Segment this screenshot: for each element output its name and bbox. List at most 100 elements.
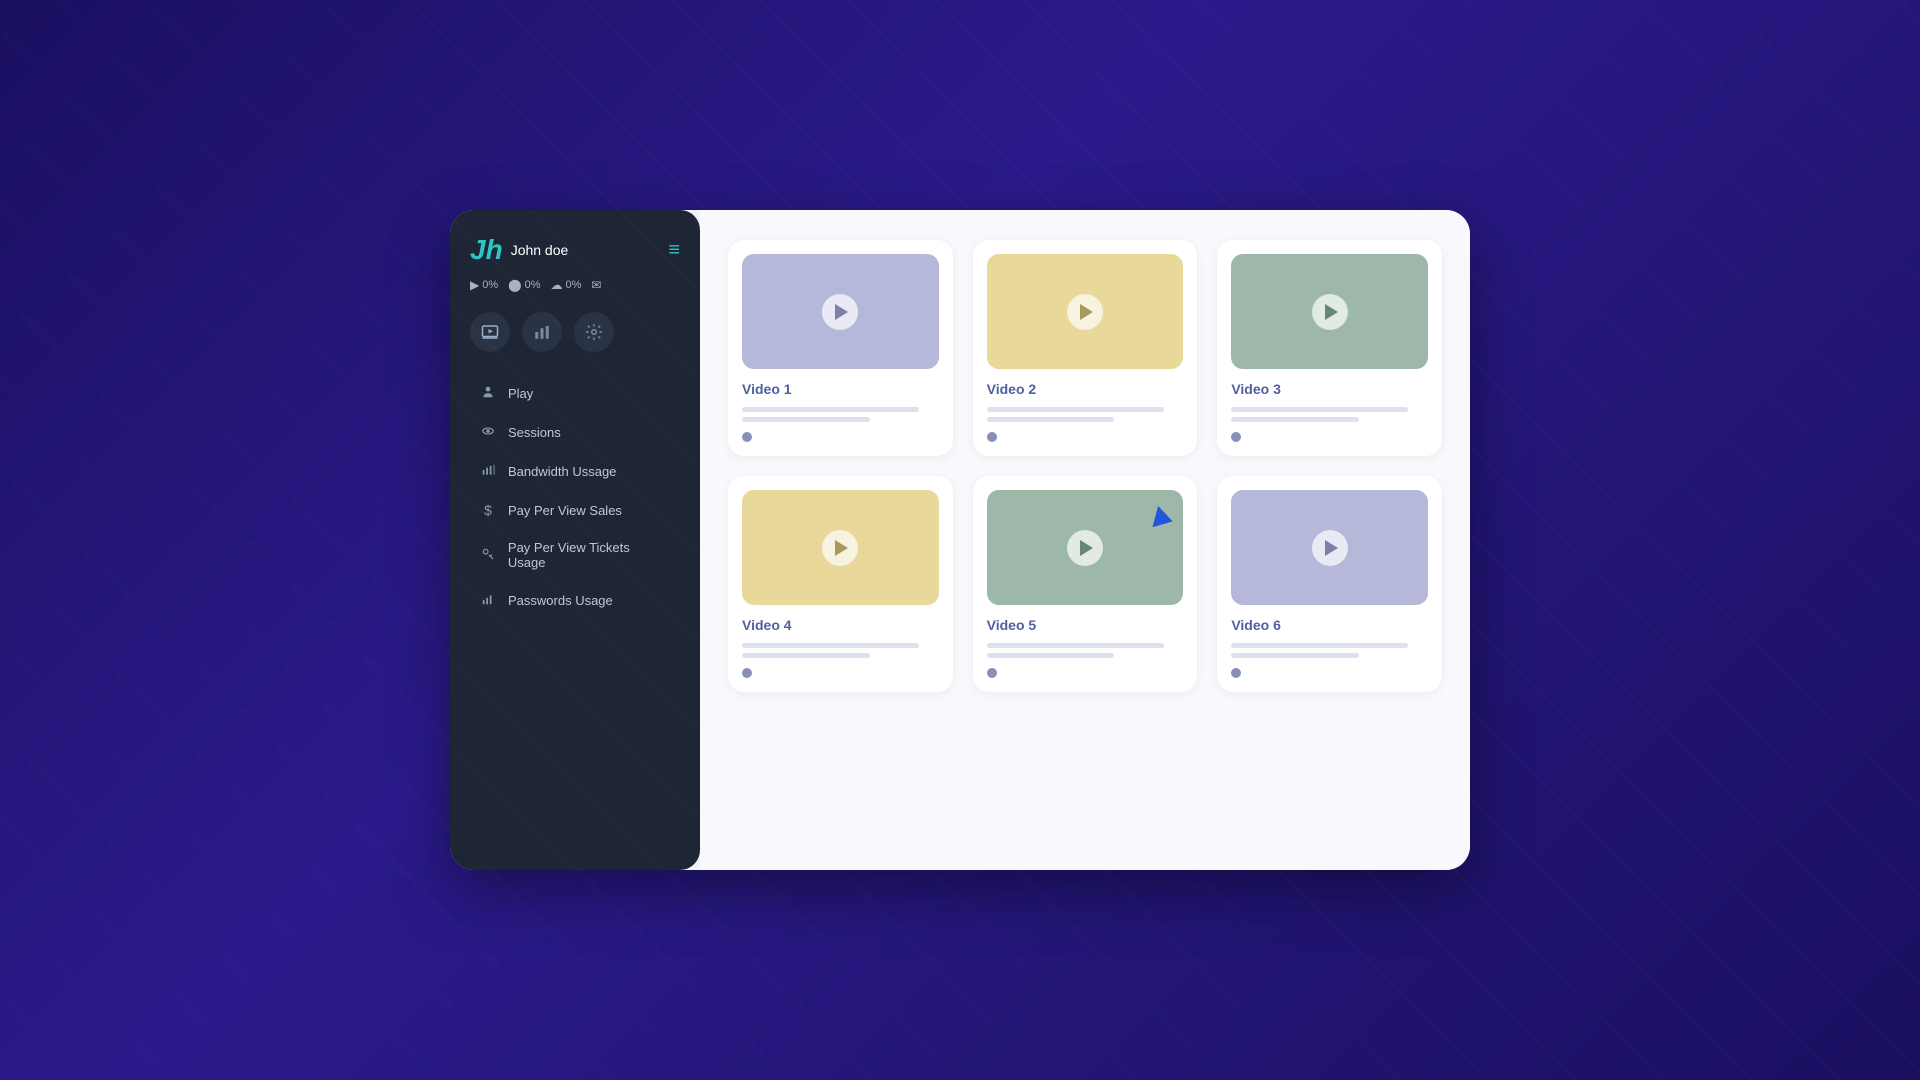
video-thumbnail-5 — [987, 490, 1184, 605]
play-button-6[interactable] — [1312, 530, 1348, 566]
video-dot-4 — [742, 668, 752, 678]
gear-icon — [585, 323, 603, 341]
video-player-icon — [481, 323, 499, 341]
video-line — [987, 643, 1164, 648]
chart-icon — [533, 323, 551, 341]
sidebar-icon-group — [470, 312, 680, 352]
video-thumbnail-4 — [742, 490, 939, 605]
video-title-6: Video 6 — [1231, 617, 1428, 633]
video-line — [1231, 653, 1359, 658]
sidebar-item-bandwidth-label: Bandwidth Ussage — [508, 464, 616, 479]
video-dot-1 — [742, 432, 752, 442]
sidebar-logo: Jh — [470, 234, 503, 266]
sidebar-item-ppv-sales[interactable]: $ Pay Per View Sales — [470, 493, 680, 527]
sidebar-item-ppv-tickets-label: Pay Per View Tickets Usage — [508, 540, 670, 570]
sidebar-item-bandwidth[interactable]: Bandwidth Ussage — [470, 454, 680, 489]
key-icon — [480, 547, 496, 564]
video-dot-6 — [1231, 668, 1241, 678]
cloud-stat: ☁ 0% — [550, 278, 581, 292]
video-line — [742, 417, 870, 422]
video-line — [1231, 643, 1408, 648]
video-title-1: Video 1 — [742, 381, 939, 397]
sidebar-item-play[interactable]: Play — [470, 376, 680, 411]
video-title-5: Video 5 — [987, 617, 1184, 633]
video-card-6: Video 6 — [1217, 476, 1442, 692]
bar-chart-icon — [480, 592, 496, 609]
sidebar-nav: Play Sessions Bandwidth Ussage $ Pay Per… — [470, 376, 680, 618]
sidebar-item-ppv-tickets[interactable]: Pay Per View Tickets Usage — [470, 531, 680, 579]
sidebar-stats: ▶ 0% ⬤ 0% ☁ 0% ✉ — [470, 278, 680, 292]
eye-icon — [480, 424, 496, 441]
hamburger-icon[interactable]: ≡ — [668, 239, 680, 262]
cursor-pointer — [1153, 506, 1176, 532]
video-dot-5 — [987, 668, 997, 678]
cloud-stat-value: 0% — [565, 279, 581, 291]
video-grid: Video 1 Video 2 — [728, 240, 1442, 692]
play-triangle-1 — [835, 304, 848, 320]
video-card-2: Video 2 — [973, 240, 1198, 456]
play-button-1[interactable] — [822, 294, 858, 330]
email-icon[interactable]: ✉ — [591, 278, 601, 292]
video-lines-3 — [1231, 407, 1428, 422]
play-triangle-3 — [1325, 304, 1338, 320]
dollar-icon: $ — [480, 502, 496, 518]
play-triangle-5 — [1080, 540, 1093, 556]
circle-stat-icon: ⬤ — [508, 278, 521, 292]
video-dot-2 — [987, 432, 997, 442]
video-thumbnail-2 — [987, 254, 1184, 369]
video-line — [742, 653, 870, 658]
play-triangle-2 — [1080, 304, 1093, 320]
bandwidth-icon — [480, 463, 496, 480]
video-line — [987, 407, 1164, 412]
video-line — [987, 653, 1115, 658]
video-dot-3 — [1231, 432, 1241, 442]
sidebar-settings-btn[interactable] — [574, 312, 614, 352]
play-stat: ▶ 0% — [470, 278, 498, 292]
sidebar-item-ppv-sales-label: Pay Per View Sales — [508, 503, 622, 518]
circle-stat-value: 0% — [525, 279, 541, 291]
video-line — [742, 407, 919, 412]
video-line — [742, 643, 919, 648]
video-card-1: Video 1 — [728, 240, 953, 456]
video-thumbnail-3 — [1231, 254, 1428, 369]
play-stat-icon: ▶ — [470, 278, 479, 292]
video-lines-6 — [1231, 643, 1428, 658]
video-lines-2 — [987, 407, 1184, 422]
sidebar: Jh John doe ≡ ▶ 0% ⬤ 0% ☁ 0% ✉ — [450, 210, 700, 870]
main-content: Video 1 Video 2 — [700, 210, 1470, 870]
play-button-2[interactable] — [1067, 294, 1103, 330]
main-window: Jh John doe ≡ ▶ 0% ⬤ 0% ☁ 0% ✉ — [450, 210, 1470, 870]
sidebar-item-sessions-label: Sessions — [508, 425, 561, 440]
play-triangle-6 — [1325, 540, 1338, 556]
video-lines-4 — [742, 643, 939, 658]
video-title-2: Video 2 — [987, 381, 1184, 397]
video-lines-1 — [742, 407, 939, 422]
video-card-3: Video 3 — [1217, 240, 1442, 456]
video-line — [987, 417, 1115, 422]
sidebar-username: John doe — [511, 242, 669, 258]
play-button-5[interactable] — [1067, 530, 1103, 566]
sidebar-item-passwords-label: Passwords Usage — [508, 593, 613, 608]
video-card-4: Video 4 — [728, 476, 953, 692]
video-thumbnail-6 — [1231, 490, 1428, 605]
video-title-3: Video 3 — [1231, 381, 1428, 397]
play-triangle-4 — [835, 540, 848, 556]
video-title-4: Video 4 — [742, 617, 939, 633]
play-stat-value: 0% — [482, 279, 498, 291]
person-icon — [480, 385, 496, 402]
video-card-5: Video 5 — [973, 476, 1198, 692]
video-line — [1231, 407, 1408, 412]
sidebar-item-play-label: Play — [508, 386, 533, 401]
sidebar-video-btn[interactable] — [470, 312, 510, 352]
sidebar-item-passwords[interactable]: Passwords Usage — [470, 583, 680, 618]
play-button-3[interactable] — [1312, 294, 1348, 330]
sidebar-item-sessions[interactable]: Sessions — [470, 415, 680, 450]
cloud-stat-icon: ☁ — [550, 278, 562, 292]
sidebar-chart-btn[interactable] — [522, 312, 562, 352]
sidebar-header: Jh John doe ≡ — [470, 234, 680, 266]
circle-stat: ⬤ 0% — [508, 278, 540, 292]
video-lines-5 — [987, 643, 1184, 658]
video-thumbnail-1 — [742, 254, 939, 369]
video-line — [1231, 417, 1359, 422]
play-button-4[interactable] — [822, 530, 858, 566]
